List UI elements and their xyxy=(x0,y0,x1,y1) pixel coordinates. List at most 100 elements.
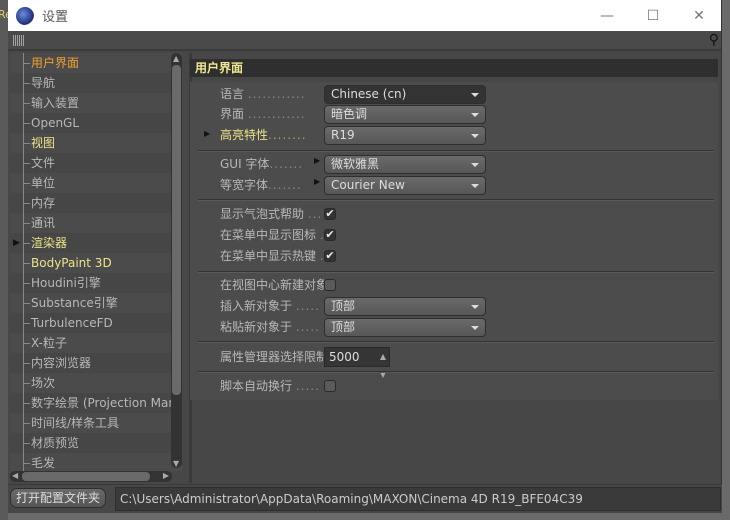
window-title: 设置 xyxy=(42,10,69,25)
tree-vertical-scrollbar[interactable]: ▲ ▼ xyxy=(171,53,182,468)
tree-item-label: 数字绘景 (Projection Man) xyxy=(31,396,181,410)
tree-item-label: 毛发 xyxy=(31,456,56,470)
settings-window: 设置 — ☐ ✕ ⚲ 用户界面导航输入装置 OpenGL 视图文件单位内存通讯 ▶ 渲染… xyxy=(8,0,722,513)
tree-item[interactable]: 导航 xyxy=(10,73,182,93)
am-limit-input[interactable]: 5000 ▲ ▼ xyxy=(324,347,390,379)
language-dropdown[interactable]: Chinese (cn) xyxy=(324,85,486,104)
separator xyxy=(198,199,714,201)
tree-item[interactable]: 输入装置 xyxy=(10,93,182,113)
close-button[interactable]: ✕ xyxy=(676,0,722,31)
interface-label: 界面 ............ xyxy=(220,107,306,121)
scroll-right-icon[interactable]: ▶ xyxy=(163,471,169,480)
expand-arrow-icon[interactable]: ▶ xyxy=(314,156,320,165)
menu-hotkeys-checkbox[interactable]: ✔ xyxy=(324,250,336,262)
maximize-button[interactable]: ☐ xyxy=(630,0,676,31)
tree-item[interactable]: BodyPaint 3D xyxy=(10,253,182,273)
tree-item[interactable]: 时间线/样条工具 xyxy=(10,413,182,433)
tree-item-label: 时间线/样条工具 xyxy=(31,416,120,430)
tree-item-label: X-粒子 xyxy=(31,336,67,350)
insert-at-dropdown[interactable]: 顶部 xyxy=(324,297,486,316)
settings-panel: 用户界面 语言 ............ Chinese (cn) 界面 ...… xyxy=(190,59,718,483)
tree-item-label: Substance引擎 xyxy=(31,296,118,310)
open-config-folder-button[interactable]: 打开配置文件夹 xyxy=(10,488,106,508)
insert-at-label: 插入新对象于 ..... xyxy=(220,299,320,313)
tree-item-label: BodyPaint 3D xyxy=(31,256,112,270)
tree-item[interactable]: 用户界面 xyxy=(10,53,182,73)
tree-item[interactable]: X-粒子 xyxy=(10,333,182,353)
config-path-field[interactable]: C:\Users\Administrator\AppData\Roaming\M… xyxy=(115,487,721,511)
scroll-thumb[interactable] xyxy=(172,65,181,395)
paste-at-dropdown[interactable]: 顶部 xyxy=(324,318,486,337)
scroll-down-icon[interactable]: ▼ xyxy=(173,459,179,468)
tree-item[interactable]: 文件 xyxy=(10,153,182,173)
tree-item[interactable]: Houdini引擎 xyxy=(10,273,182,293)
tree-item[interactable]: TurbulenceFD xyxy=(10,313,182,333)
tree-item[interactable]: ▶ 渲染器 xyxy=(10,233,182,253)
mono-font-label: 等宽字体....... xyxy=(220,178,302,192)
script-wrap-checkbox[interactable] xyxy=(324,380,336,392)
tree-item-label: 通讯 xyxy=(31,216,56,230)
tree-item-label: 渲染器 xyxy=(31,236,68,250)
separator xyxy=(198,371,714,373)
expand-arrow-icon[interactable]: ▶ xyxy=(314,177,320,186)
tree-line xyxy=(23,53,24,471)
menu-hotkeys-label: 在菜单中显示热键 . xyxy=(220,249,325,263)
cinema4d-logo-icon xyxy=(16,6,34,25)
tree-item-label: 导航 xyxy=(31,76,56,90)
tree-item-label: 材质预览 xyxy=(31,436,80,450)
search-icon[interactable]: ⚲ xyxy=(709,32,719,48)
tree-item[interactable]: 场次 xyxy=(10,373,182,393)
new-at-center-label: 在视图中心新建对象 xyxy=(220,278,329,292)
toolbar: ⚲ xyxy=(8,31,721,51)
tree-item[interactable]: 材质预览 xyxy=(10,433,182,453)
tree-item[interactable]: 毛发 xyxy=(10,453,182,471)
tree-item[interactable]: OpenGL xyxy=(10,113,182,133)
tree-item[interactable]: Substance引擎 xyxy=(10,293,182,313)
settings-tree: 用户界面导航输入装置 OpenGL 视图文件单位内存通讯 ▶ 渲染器 BodyPaint … xyxy=(10,53,182,471)
separator xyxy=(198,271,714,273)
tree-item-label: Houdini引擎 xyxy=(31,276,101,290)
language-label: 语言 ............ xyxy=(220,87,306,101)
separator xyxy=(198,341,714,343)
gui-font-label: GUI 字体....... xyxy=(220,157,304,171)
am-limit-label: 属性管理器选择限制 xyxy=(220,350,329,364)
bottom-bar: 打开配置文件夹 C:\Users\Administrator\AppData\R… xyxy=(8,484,722,513)
highlight-dropdown[interactable]: R19 xyxy=(324,126,486,145)
tree-item[interactable]: 内存 xyxy=(10,193,182,213)
tree-item-label: 场次 xyxy=(31,376,56,390)
scroll-thumb[interactable] xyxy=(22,472,150,481)
settings-group: 语言 ............ Chinese (cn) 界面 ........… xyxy=(190,82,718,400)
menu-icons-label: 在菜单中显示图标 . xyxy=(220,228,325,242)
title-bar: 设置 — ☐ ✕ xyxy=(8,0,721,31)
tree-horizontal-scrollbar[interactable]: ◀ ▶ xyxy=(10,471,172,482)
separator xyxy=(198,150,714,152)
spinner-icon[interactable]: ▲ ▼ xyxy=(380,348,386,384)
scroll-left-icon[interactable]: ◀ xyxy=(12,471,18,480)
tree-item[interactable]: 数字绘景 (Projection Man) xyxy=(10,393,182,413)
tree-item[interactable]: 通讯 xyxy=(10,213,182,233)
new-at-center-checkbox[interactable] xyxy=(324,279,336,291)
interface-dropdown[interactable]: 暗色调 xyxy=(324,105,486,124)
bubble-help-label: 显示气泡式帮助 ... xyxy=(220,207,323,221)
expand-arrow-icon[interactable]: ▶ xyxy=(13,233,20,253)
tree-item[interactable]: 视图 xyxy=(10,133,182,153)
tree-item-label: 输入装置 xyxy=(31,96,80,110)
tree-item-label: OpenGL xyxy=(31,116,80,130)
section-title: 用户界面 xyxy=(190,59,718,77)
tree-item-label: 内存 xyxy=(31,196,56,210)
tree-item-label: 视图 xyxy=(31,136,56,150)
expand-arrow-icon[interactable]: ▶ xyxy=(204,129,210,138)
tree-item-label: 内容浏览器 xyxy=(31,356,92,370)
scroll-up-icon[interactable]: ▲ xyxy=(173,54,179,63)
grip-icon[interactable] xyxy=(13,35,25,46)
highlight-label: 高亮特性........ xyxy=(220,128,307,142)
gui-font-dropdown[interactable]: 微软雅黑 xyxy=(324,155,486,174)
mono-font-dropdown[interactable]: Courier New xyxy=(324,176,486,195)
minimize-button[interactable]: — xyxy=(584,0,630,31)
menu-icons-checkbox[interactable]: ✔ xyxy=(324,229,336,241)
tree-item[interactable]: 内容浏览器 xyxy=(10,353,182,373)
script-wrap-label: 脚本自动换行 ..... xyxy=(220,379,320,393)
tree-item[interactable]: 单位 xyxy=(10,173,182,193)
bubble-help-checkbox[interactable]: ✔ xyxy=(324,208,336,220)
tree-item-label: 文件 xyxy=(31,156,56,170)
